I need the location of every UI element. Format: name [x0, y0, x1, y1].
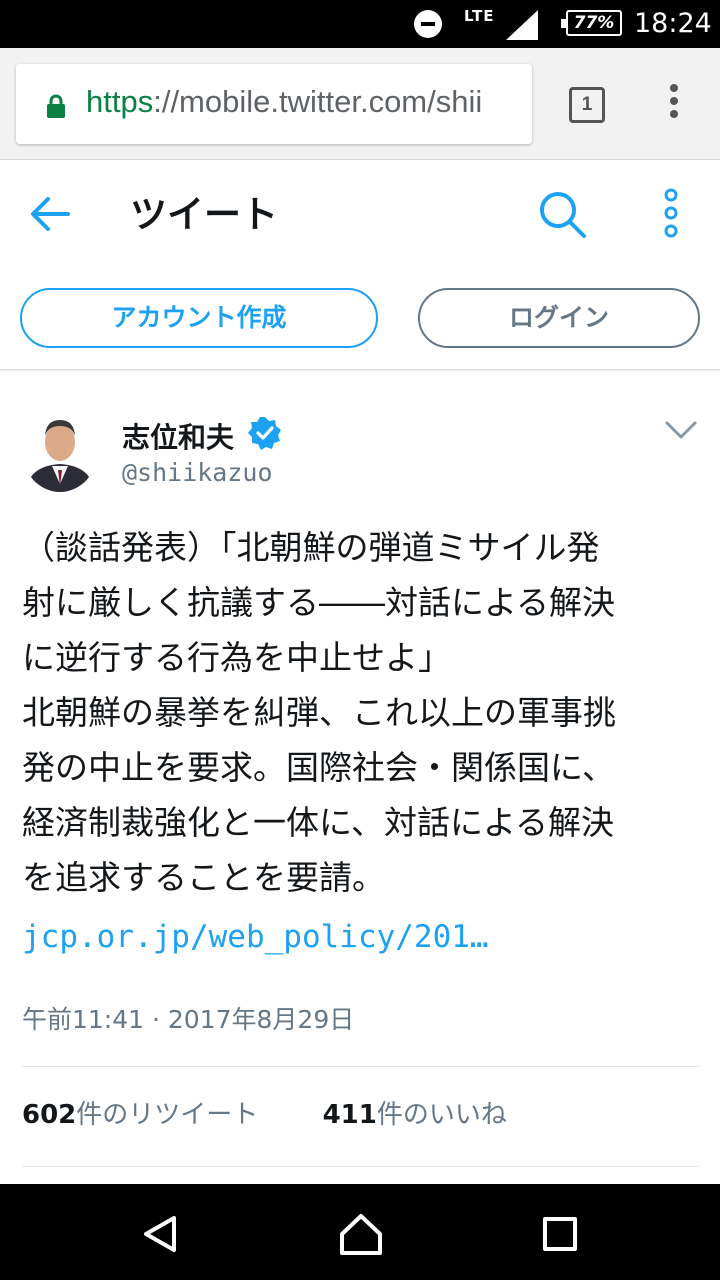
tweet-text-line: を追求することを要請。 [22, 858, 385, 897]
tweet-text: （談話発表）「北朝鮮の弾道ミサイル発 射に厳しく抗議する――対話による解決 に逆… [22, 520, 702, 905]
like-count: 411 [322, 1100, 377, 1130]
display-name[interactable]: 志位和夫 [122, 416, 234, 456]
chevron-down-icon[interactable] [664, 418, 698, 442]
url-host-path: ://mobile.twitter.com/shii [153, 84, 483, 119]
battery-indicator: 77% [561, 10, 622, 36]
search-icon[interactable] [536, 188, 588, 240]
tweet-timestamp[interactable]: 午前11:41 · 2017年8月29日 [22, 1000, 354, 1036]
address-bar[interactable]: https://mobile.twitter.com/shii [16, 64, 532, 144]
network-type: LTE [464, 7, 495, 25]
tweet-text-line: （談話発表）「北朝鮮の弾道ミサイル発 [22, 528, 600, 567]
retweet-count: 602 [22, 1100, 77, 1130]
page-title: ツイート [130, 193, 278, 236]
status-clock: 18:24 [634, 8, 712, 39]
twitter-header: ツイート [0, 160, 720, 270]
like-label: 件のいいね [376, 1100, 507, 1130]
system-nav-bar [0, 1184, 720, 1280]
lock-icon [47, 94, 65, 118]
tweet-stats: 602件のリツイート 411件のいいね [22, 1094, 507, 1131]
avatar[interactable] [22, 408, 98, 492]
nav-back-icon[interactable] [140, 1214, 180, 1254]
retweet-label: 件のリツイート [76, 1100, 259, 1130]
divider [22, 1166, 700, 1167]
auth-buttons: アカウント作成 ログイン [0, 270, 720, 370]
tweet-text-line: 経済制裁強化と一体に、対話による解決 [22, 803, 615, 842]
more-vertical-icon[interactable] [660, 188, 682, 238]
tweet-detail: 志位和夫 @shiikazuo （談話発表）「北朝鮮の弾道ミサイル発 射に厳しく… [0, 372, 720, 1184]
user-handle[interactable]: @shiikazuo [122, 458, 273, 487]
browser-menu-icon[interactable] [664, 84, 684, 124]
retweet-stat[interactable]: 602件のリツイート [22, 1100, 258, 1130]
do-not-disturb-icon [414, 10, 442, 38]
signup-button[interactable]: アカウント作成 [20, 288, 378, 348]
status-bar: LTE 77% 18:24 [0, 0, 720, 48]
tab-switcher-button[interactable]: 1 [569, 87, 605, 123]
nav-recents-icon[interactable] [543, 1217, 577, 1251]
like-stat[interactable]: 411件のいいね [323, 1100, 507, 1130]
verified-badge-icon [248, 417, 281, 450]
browser-toolbar: https://mobile.twitter.com/shii 1 [0, 48, 720, 160]
login-button[interactable]: ログイン [418, 288, 700, 348]
tweet-text-line: 北朝鮮の暴挙を糾弾、これ以上の軍事挑 [22, 693, 616, 732]
tweet-text-line: に逆行する行為を中止せよ」 [22, 638, 451, 677]
signal-icon [506, 10, 538, 40]
back-arrow-icon[interactable] [28, 194, 72, 234]
url-text: https://mobile.twitter.com/shii [86, 84, 482, 120]
url-scheme: https [86, 84, 154, 119]
tweet-link[interactable]: jcp.or.jp/web_policy/201… [22, 919, 489, 955]
nav-home-icon[interactable] [338, 1212, 384, 1256]
tweet-text-line: 射に厳しく抗議する――対話による解決 [22, 583, 616, 622]
divider [22, 1066, 700, 1067]
tweet-text-line: 発の中止を要求。国際社会・関係国に、 [22, 748, 616, 787]
